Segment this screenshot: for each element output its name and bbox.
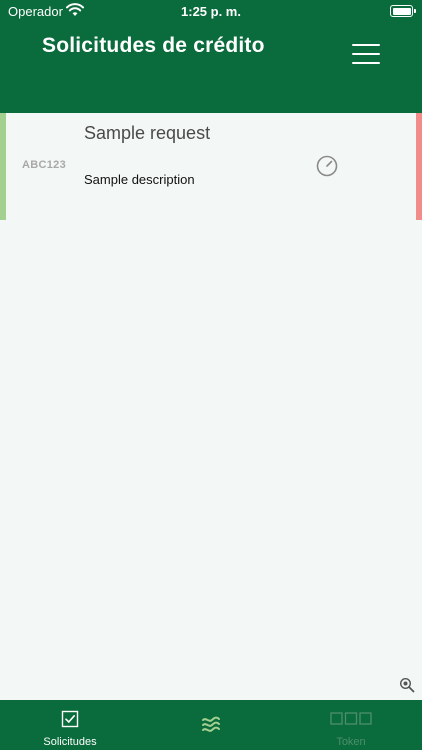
- battery-icon: [390, 5, 416, 17]
- status-bar: Operador 1:25 p. m.: [0, 0, 422, 22]
- tab-waves[interactable]: [141, 700, 281, 750]
- tab-label: Token: [336, 736, 366, 748]
- request-code: ABC123: [22, 159, 66, 171]
- gauge-icon: [316, 155, 338, 177]
- request-card[interactable]: ABC123 Sample request Sample description: [0, 113, 422, 220]
- card-left-accent: [0, 113, 6, 220]
- menu-line: [352, 44, 380, 46]
- request-title: Sample request: [84, 123, 211, 143]
- tab-solicitudes[interactable]: Solicitudes: [0, 700, 140, 750]
- tab-token[interactable]: Token: [281, 700, 421, 750]
- waves-icon: [202, 716, 220, 732]
- status-time: 1:25 p. m.: [181, 4, 241, 19]
- hamburger-menu-icon[interactable]: [352, 43, 380, 65]
- card-right-accent: [416, 113, 422, 220]
- menu-line: [352, 62, 380, 64]
- checkbox-icon: [61, 710, 79, 728]
- page-title: Solicitudes de crédito: [42, 34, 265, 57]
- token-boxes-icon: [330, 712, 372, 725]
- request-description: Sample description: [84, 172, 195, 187]
- zoom-icon[interactable]: [399, 677, 415, 693]
- tab-label: Solicitudes: [43, 736, 97, 748]
- app-header: Operador 1:25 p. m. Solicitudes de crédi…: [0, 0, 422, 113]
- app-screen: Operador 1:25 p. m. Solicitudes de crédi…: [0, 0, 422, 750]
- menu-line: [352, 53, 380, 55]
- tab-bar: Solicitudes Token: [0, 700, 422, 750]
